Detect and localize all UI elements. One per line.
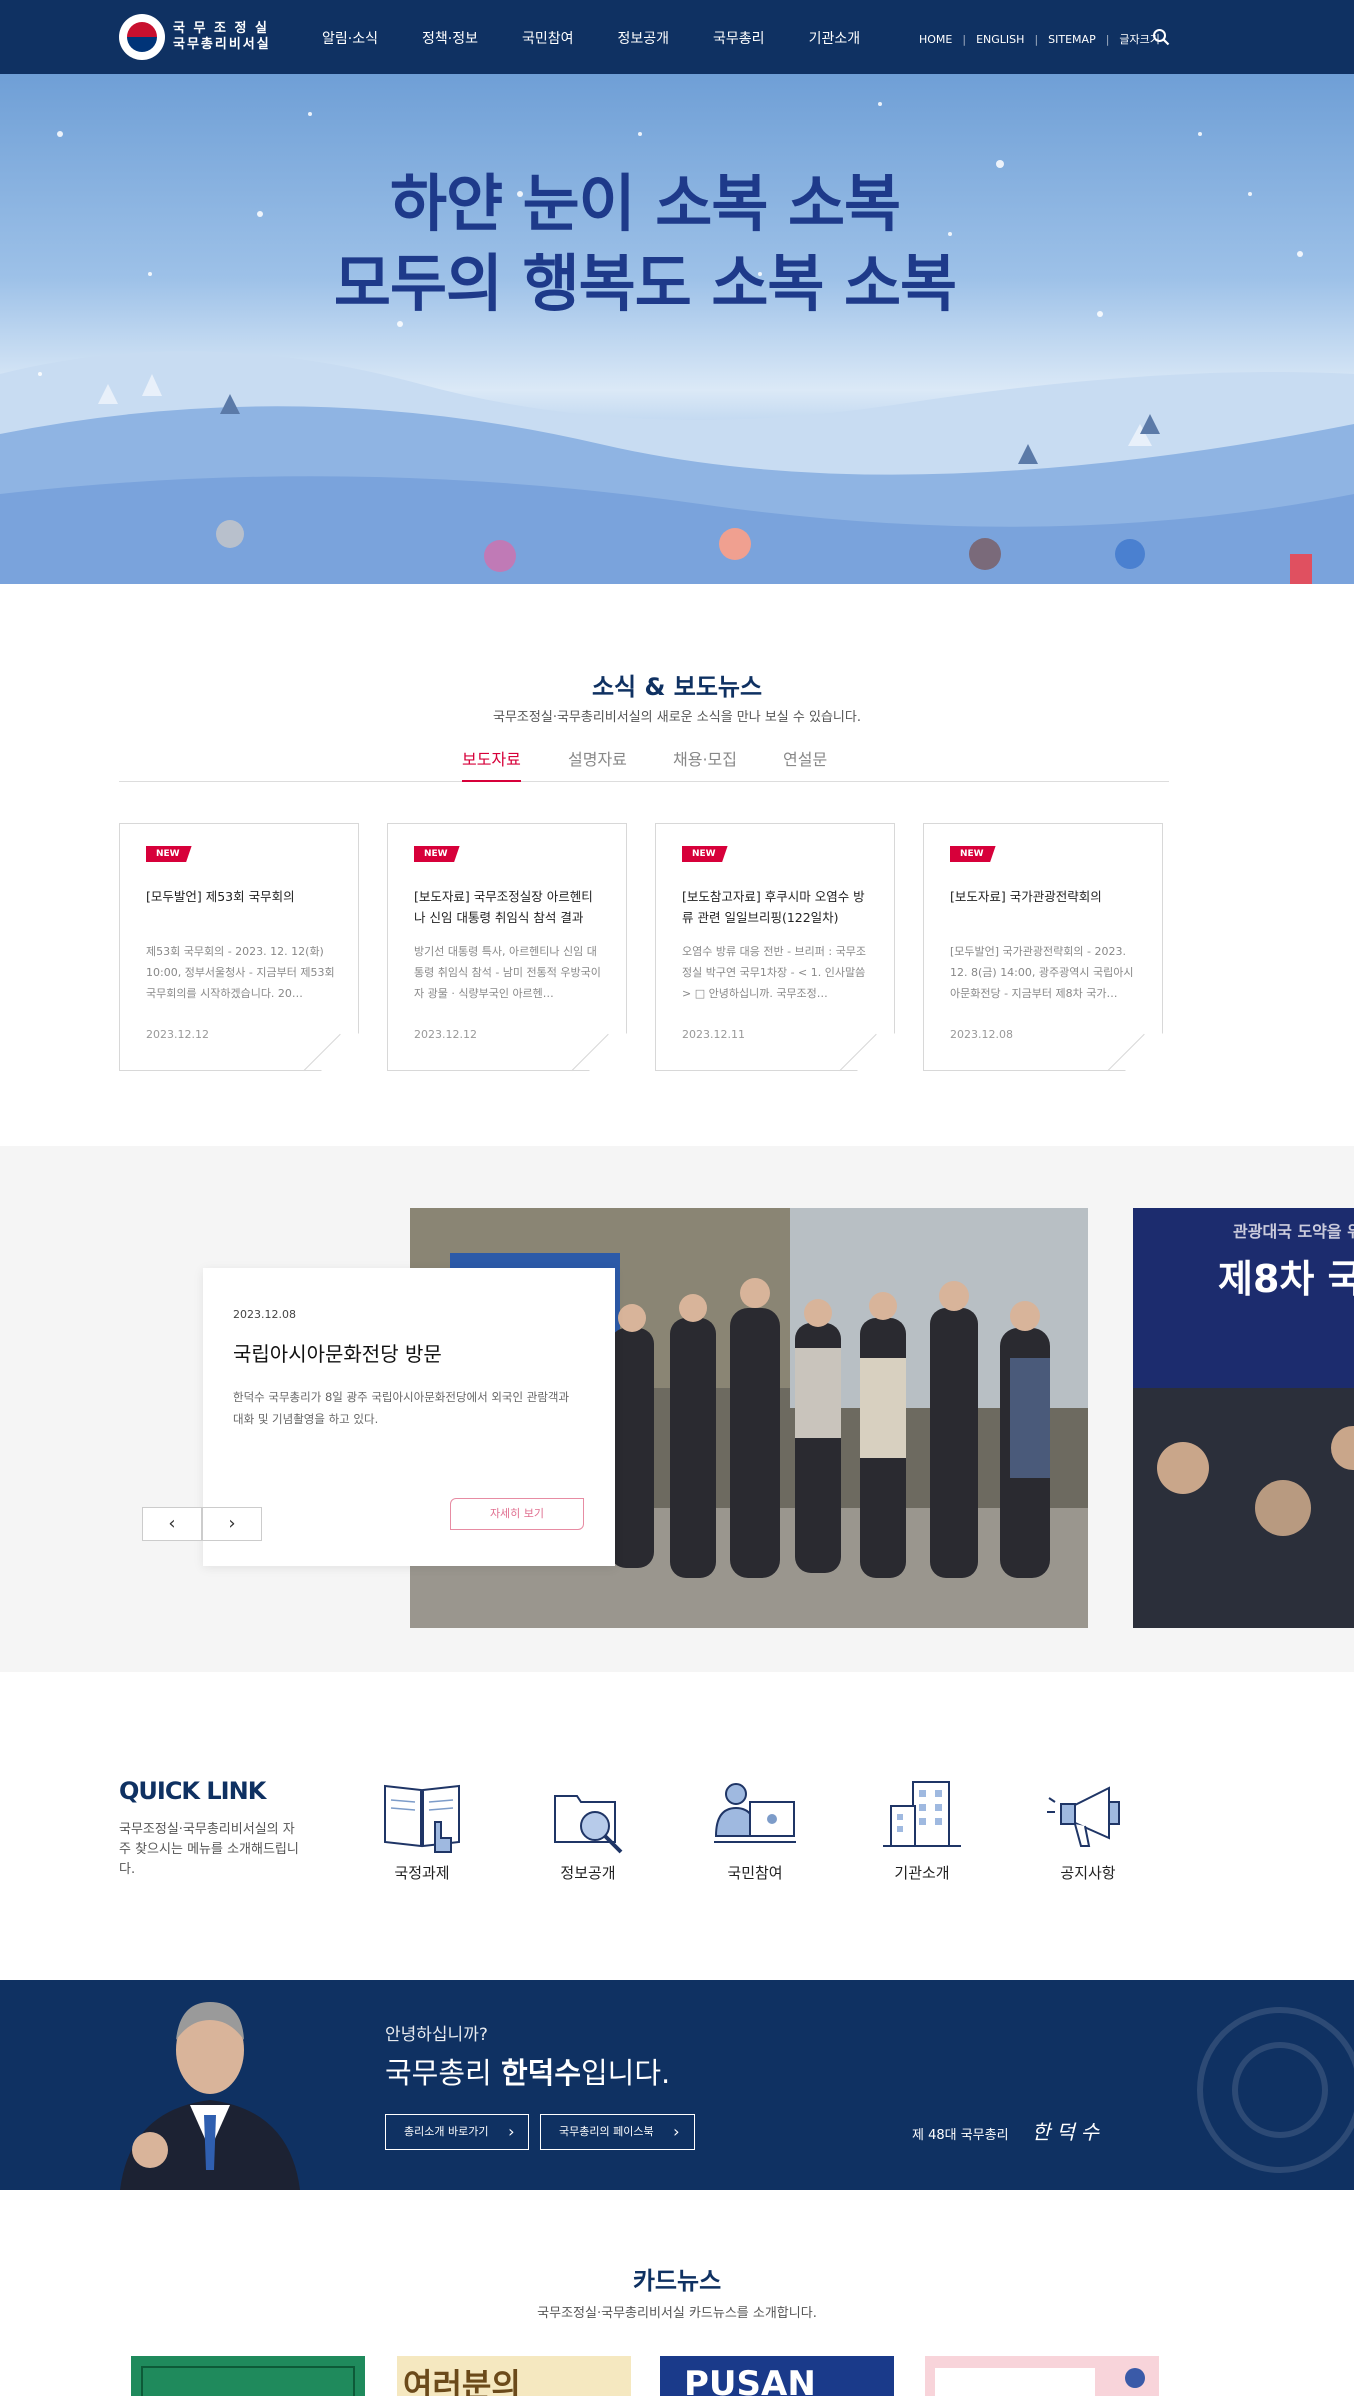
pm-intro-button[interactable]: 총리소개 바로가기 [385,2114,530,2150]
news-card-desc: [모두발언] 국가관광전략회의 - 2023. 12. 8(금) 14:00, … [950,945,1134,1000]
cardnews-thumb-illustration [935,2368,1145,2396]
pm-signature: 한덕수 [1032,2120,1106,2144]
news-card[interactable]: NEW [보도자료] 국무조정실장 아르헨티나 신임 대통령 취임식 참석 결과… [387,823,627,1072]
cardnews-subtitle: 국무조정실·국무총리비서실 카드뉴스를 소개합니다. [537,2306,817,2321]
quicklink-desc: 국무조정실·국무총리비서실의 자주 찾으시는 메뉴를 소개해드립니다. [119,1822,299,1877]
view-more-button[interactable]: 자세히 보기 [450,1498,584,1530]
hero-title-line-1: 하얀 눈이 소복 소복 [389,167,901,240]
news-card[interactable]: NEW [보도참고자료] 후쿠시마 오염수 방류 관련 일일브리핑(122일차)… [655,823,895,1072]
megaphone-icon [1047,1786,1120,1847]
quicklink-item[interactable]: 국정과제 [362,1776,482,1883]
new-badge: NEW [950,846,996,862]
winter-landscape-illustration [0,102,1354,584]
gallery-info-box: 2023.12.08 국립아시아문화전당 방문 한덕수 국무총리가 8일 광주 … [203,1268,615,1566]
hero-title-line-2: 모두의 행복도 소복 소복 [333,247,957,320]
cardnews-thumb[interactable] [131,2356,365,2396]
pm-facebook-button[interactable]: 국무총리의 페이스북 [540,2114,695,2150]
pm-signature-label: 제 48대 국무총리 [912,2128,1009,2143]
gallery-desc: 한덕수 국무총리가 8일 광주 국립아시아문화전당에서 외국인 관람객과 대화 … [233,1390,570,1426]
building-icon [883,1781,961,1847]
news-card-date: 2023.12.12 [146,1028,209,1041]
nav-participation[interactable]: 국민참여 [522,28,574,48]
quicklink-item[interactable]: 기관소개 [862,1776,982,1883]
gallery-title: 국립아시아문화전당 방문 [233,1342,442,1366]
news-card-title: [모두발언] 제53회 국무회의 [146,889,295,904]
quicklink-title: QUICK LINK [119,1777,266,1805]
site-logo[interactable]: 국 무 조 정 실 국무총리비서실 [119,14,271,60]
nav-disclosure[interactable]: 정보공개 [618,28,670,48]
quicklink-label: 기관소개 [894,1864,950,1882]
chevron-left-icon: ‹ [168,1513,176,1534]
photo-gallery: 관광대국 도약을 위 제8차 국 2023.12.08 국립아시아문화전당 방문… [0,1146,1354,1672]
util-sitemap[interactable]: SITEMAP [1048,33,1096,46]
quicklink-label: 국정과제 [394,1864,450,1882]
news-card-date: 2023.12.12 [414,1028,477,1041]
folder-search-icon [554,1795,623,1854]
cardnews-thumb-text: 여러분의 [403,2366,521,2396]
cardnews-thumb[interactable] [925,2356,1159,2396]
util-english[interactable]: ENGLISH [976,33,1024,46]
util-home[interactable]: HOME [919,33,952,46]
quicklink-item[interactable]: 정보공개 [528,1776,648,1883]
search-icon[interactable] [1152,28,1170,46]
news-card-title: [보도자료] 국무조정실장 아르헨티나 신임 대통령 취임식 참석 결과 [414,889,593,925]
gallery-next-button[interactable]: › [202,1507,262,1541]
cardnews-thumb-text: PUSAN [684,2364,816,2396]
taegeuk-emblem-icon [119,14,165,60]
quicklink-label: 정보공개 [560,1864,616,1882]
chevron-right-icon: › [228,1513,236,1534]
hero-banner[interactable]: 하얀 눈이 소복 소복 모두의 행복도 소복 소복 [0,74,1354,584]
meeting-photo-illustration [1133,1388,1354,1628]
gallery-photo-next[interactable]: 관광대국 도약을 위 제8차 국 [1133,1208,1354,1628]
government-seal-watermark-icon [1197,2007,1354,2173]
news-section-subtitle: 국무조정실·국무총리비서실의 새로운 소식을 만나 보실 수 있습니다. [493,710,861,725]
news-tabs: 보도자료 설명자료 채용·모집 연설문 [119,742,1169,782]
pm-greeting: 안녕하십니까? [385,2025,488,2045]
logo-line-2: 국무총리비서실 [173,37,271,52]
news-card-title: [보도참고자료] 후쿠시마 오염수 방류 관련 일일브리핑(122일차) [682,889,865,925]
logo-line-1: 국 무 조 정 실 [173,21,269,36]
util-separator: | [1105,32,1110,46]
site-header: 국 무 조 정 실 국무총리비서실 알림·소식 정책·정보 국민참여 정보공개 … [0,0,1354,74]
utility-links: HOME | ENGLISH | SITEMAP | 글자크기 [919,31,1160,47]
news-card-date: 2023.12.11 [682,1028,745,1041]
quicklink-item[interactable]: 공지사항 [1028,1776,1148,1883]
book-icon [384,1784,460,1853]
cardnews-thumb[interactable]: PUSAN [660,2356,894,2396]
tab-press-release[interactable]: 보도자료 [462,746,521,782]
nav-policy[interactable]: 정책·정보 [422,28,478,48]
cardnews-thumb[interactable]: 여러분의 [397,2356,631,2396]
prime-minister-photo [120,2002,300,2190]
new-badge: NEW [146,846,192,862]
quicklink-label: 공지사항 [1060,1864,1116,1882]
pm-intro: 국무총리 한덕수입니다. [385,2056,671,2090]
nav-about[interactable]: 기관소개 [809,28,861,48]
news-card-desc: 제53회 국무회의 - 2023. 12. 12(화) 10:00, 정부서울청… [146,945,335,1000]
util-separator: | [962,32,967,46]
news-card[interactable]: NEW [보도자료] 국가관광전략회의 [모두발언] 국가관광전략회의 - 20… [923,823,1163,1072]
news-card[interactable]: NEW [모두발언] 제53회 국무회의 제53회 국무회의 - 2023. 1… [119,823,359,1072]
quicklink-label: 국민참여 [727,1864,783,1882]
news-card-desc: 방기선 대통령 특사, 아르헨티나 신임 대통령 취임식 참석 - 남미 전통적… [414,945,601,1000]
util-separator: | [1034,32,1039,46]
cardnews-title: 카드뉴스 [632,2267,722,2295]
gallery-date: 2023.12.08 [233,1308,296,1321]
person-computer-icon [714,1783,796,1843]
main-nav: 알림·소식 정책·정보 국민참여 정보공개 국무총리 기관소개 [322,28,860,48]
new-badge: NEW [682,846,728,862]
pm-name: 한덕수 [500,2056,581,2090]
gallery-prev-button[interactable]: ‹ [142,1507,202,1541]
news-card-date: 2023.12.08 [950,1028,1013,1041]
news-card-desc: 오염수 방류 대응 전반 - 브리퍼 : 국무조정실 박구연 국무1차장 - <… [682,945,866,1000]
nav-prime-minister[interactable]: 국무총리 [713,28,765,48]
quicklink-item[interactable]: 국민참여 [695,1776,815,1883]
tab-recruitment[interactable]: 채용·모집 [673,746,737,770]
news-card-title: [보도자료] 국가관광전략회의 [950,889,1102,904]
nav-notice[interactable]: 알림·소식 [322,28,378,48]
tab-speech[interactable]: 연설문 [783,746,827,770]
prime-minister-banner: 안녕하십니까? 국무총리 한덕수입니다. 총리소개 바로가기 국무총리의 페이스… [0,1980,1354,2190]
news-section-title: 소식 & 보도뉴스 [591,673,763,701]
tab-explanation[interactable]: 설명자료 [568,746,627,770]
new-badge: NEW [414,846,460,862]
